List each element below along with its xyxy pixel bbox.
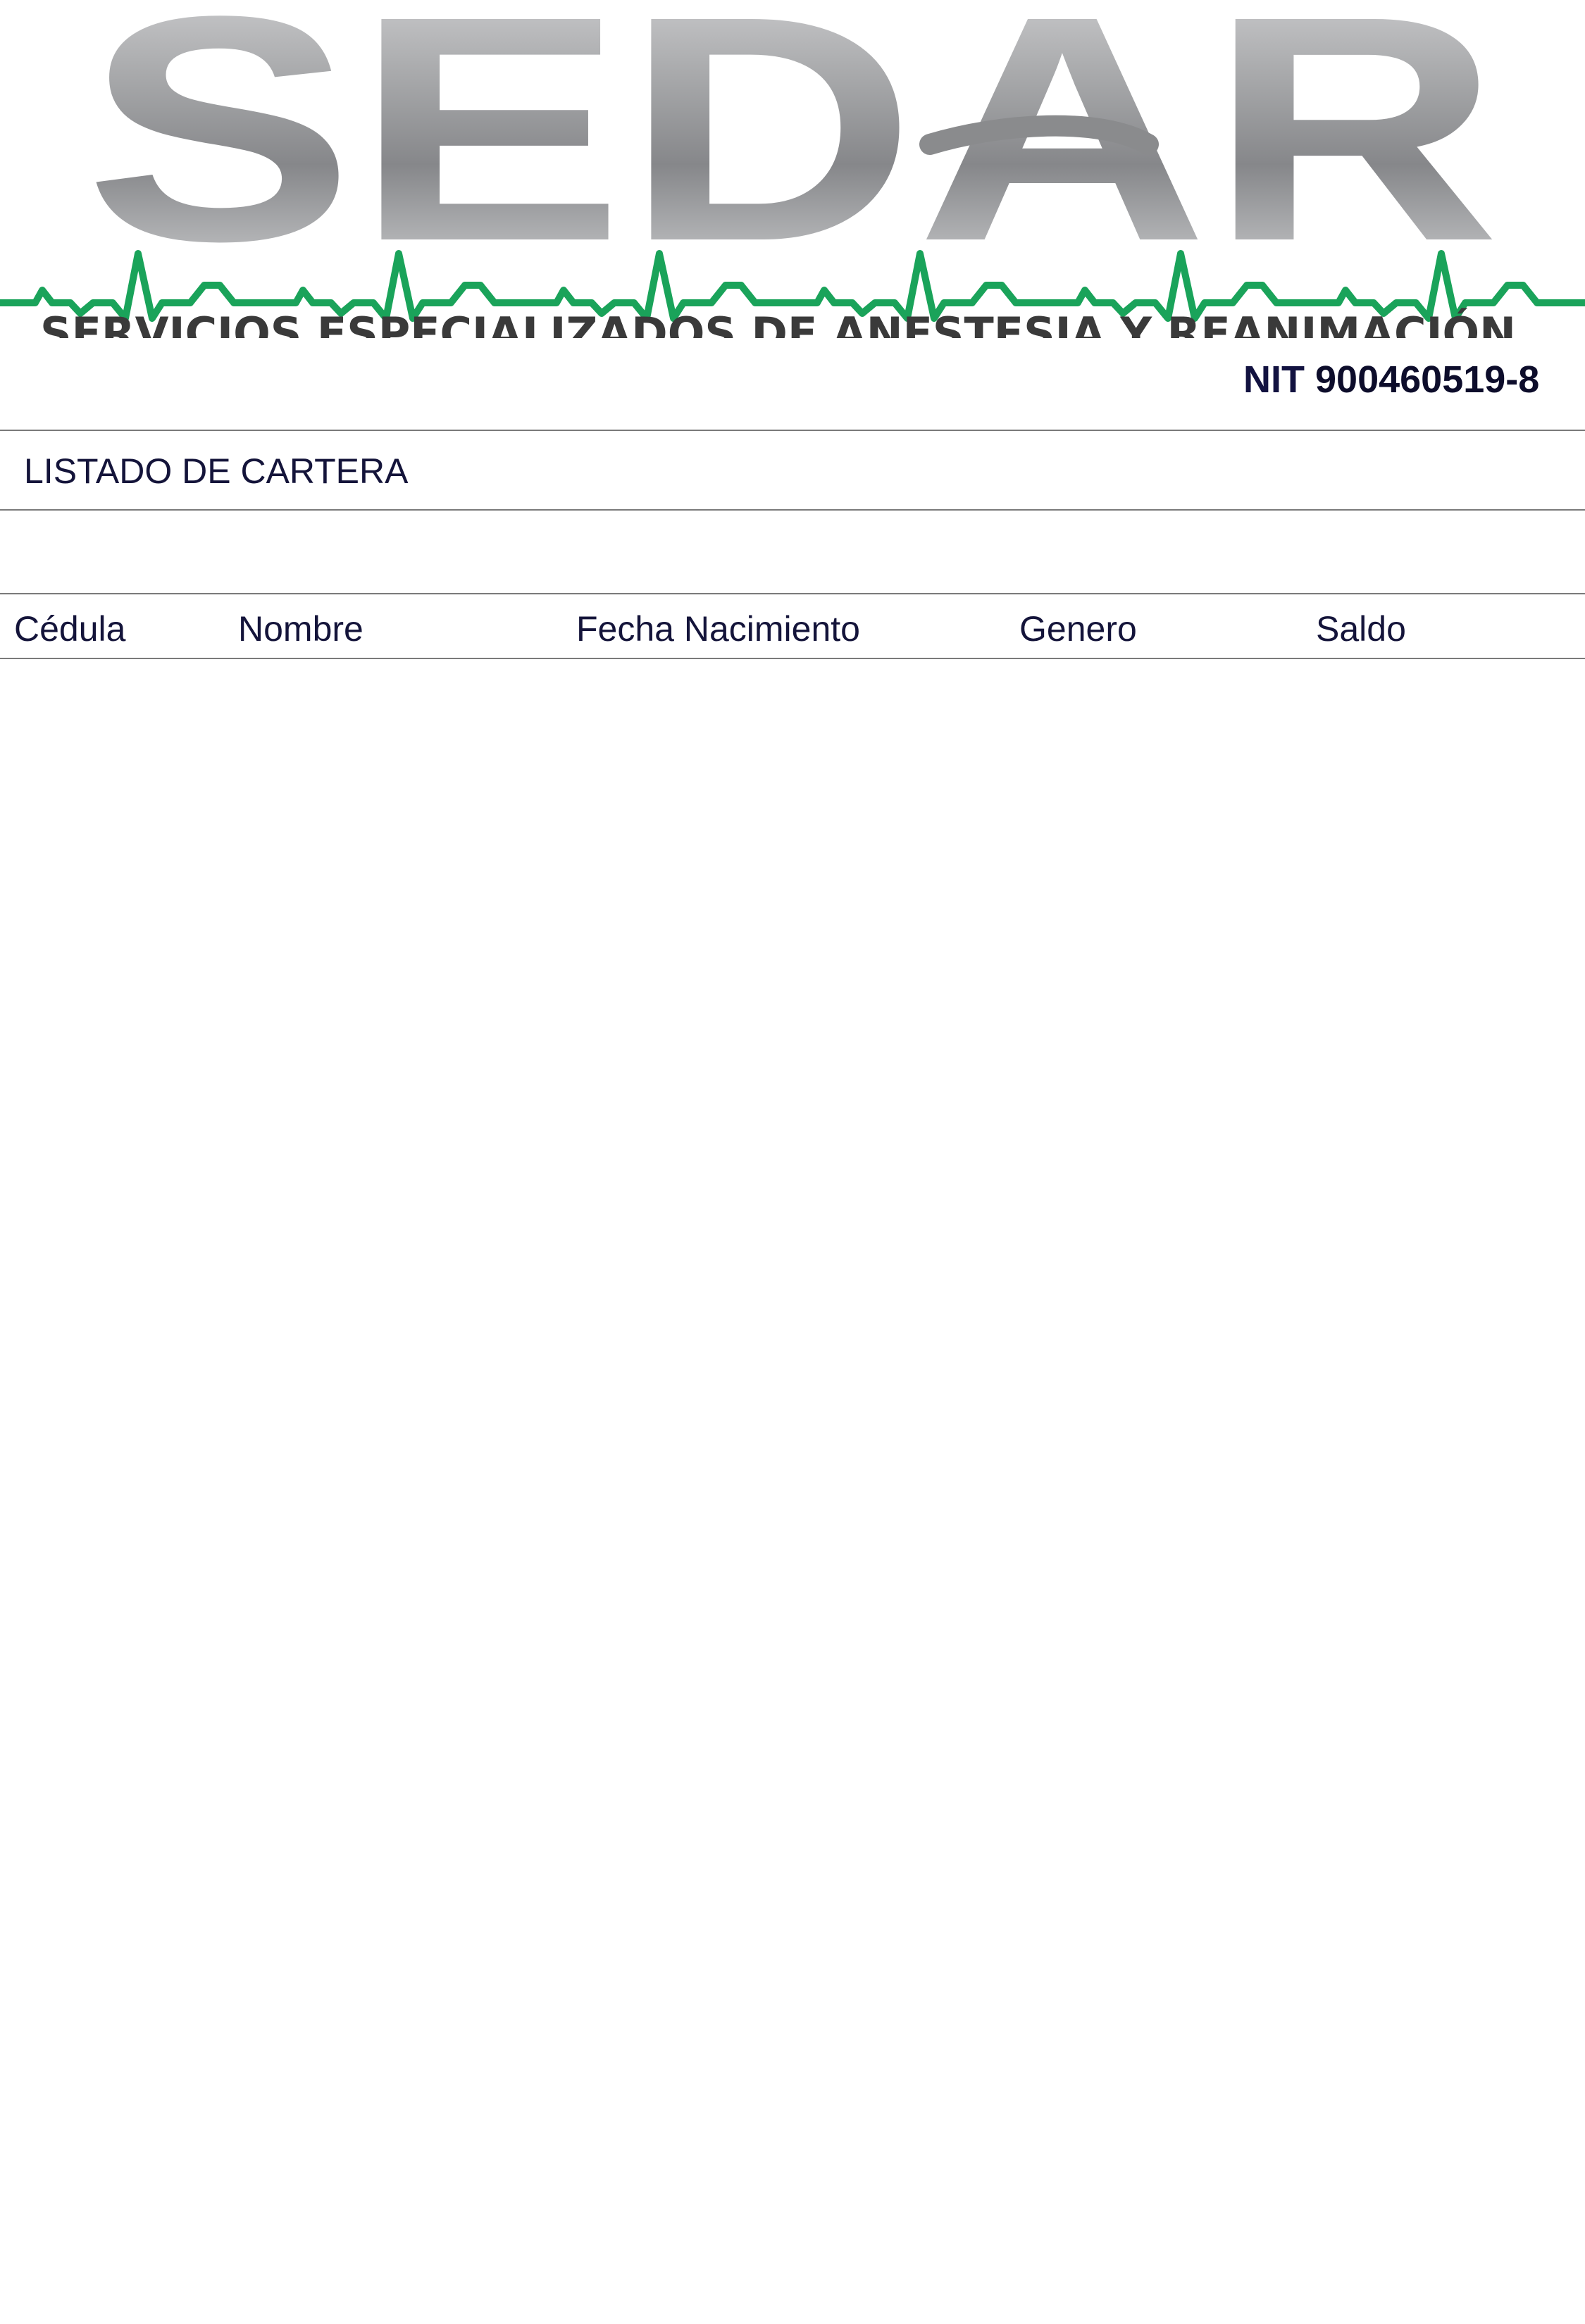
company-tagline: SERVICIOS ESPECIALIZADOS DE ANESTESIA Y … xyxy=(40,308,1516,338)
divider xyxy=(0,509,1585,511)
column-header-saldo: Saldo xyxy=(1316,609,1406,649)
nit-label: NIT xyxy=(1243,358,1305,401)
report-title: LISTADO DE CARTERA xyxy=(24,451,409,491)
company-header: SEDAR SERVICIOS ESPECIALIZADOS DE ANESTE… xyxy=(0,0,1585,416)
column-header-cedula: Cédula xyxy=(14,609,126,649)
nit-number: NIT 900460519-8 xyxy=(1243,361,1539,399)
divider xyxy=(0,658,1585,659)
divider xyxy=(0,430,1585,431)
logo-wordmark: SEDAR xyxy=(85,0,1500,308)
column-header-genero: Genero xyxy=(1019,609,1137,649)
column-header-nombre: Nombre xyxy=(238,609,363,649)
sedar-logo: SEDAR SERVICIOS ESPECIALIZADOS DE ANESTE… xyxy=(0,0,1585,338)
nit-value: 900460519-8 xyxy=(1315,358,1540,401)
divider xyxy=(0,593,1585,594)
column-header-fecha-nacimiento: Fecha Nacimiento xyxy=(576,609,860,649)
